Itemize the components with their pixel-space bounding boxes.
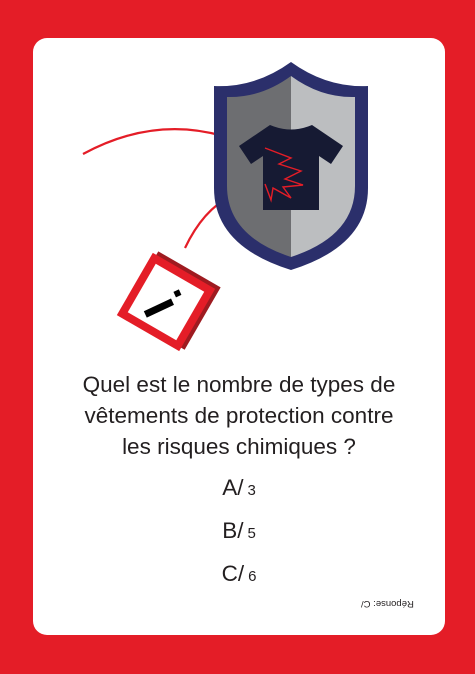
option-b[interactable]: B/ 5: [33, 517, 445, 560]
option-c-value: 6: [248, 568, 257, 585]
question-card: Quel est le nombre de types de vêtements…: [33, 38, 445, 635]
option-b-letter: B/: [222, 518, 244, 543]
option-c-letter: C/: [221, 561, 245, 586]
option-a[interactable]: A/ 3: [33, 474, 445, 517]
question-line-2: vêtements de protection contre: [84, 403, 394, 428]
option-a-letter: A/: [222, 475, 244, 500]
question-line-1: Quel est le nombre de types de: [82, 372, 396, 397]
answer-options: A/ 3 B/ 5 C/ 6: [33, 474, 445, 603]
illustration: [82, 62, 368, 352]
option-c[interactable]: C/ 6: [33, 560, 445, 603]
chemical-hazard-icon: [116, 251, 221, 352]
answer-text: Réponse: C/: [361, 598, 414, 609]
question-line-3: les risques chimiques ?: [122, 434, 356, 459]
question-text: Quel est le nombre de types de vêtements…: [33, 369, 445, 462]
option-b-value: 5: [247, 525, 256, 542]
option-a-value: 3: [247, 482, 256, 499]
